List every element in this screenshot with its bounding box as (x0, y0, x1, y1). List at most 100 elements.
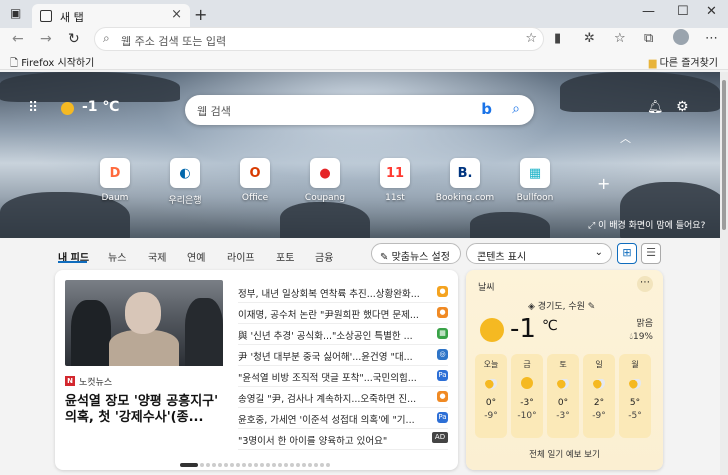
favorite-star-icon[interactable]: ☆ (525, 31, 537, 46)
news-headline[interactable]: 윤석열 장모 '양평 공흥지구' 의혹, 첫 '강제수사'(종... (65, 394, 225, 426)
weather-location[interactable]: ◈ 경기도, 수원 ✎ (528, 299, 595, 312)
forecast-day[interactable]: 금 -3° -10° (511, 354, 543, 438)
web-search-box[interactable]: 웹 검색 b ⌕ (185, 95, 534, 125)
close-icon[interactable]: × (171, 7, 182, 22)
quick-link-label: 11st (385, 193, 405, 203)
quick-link-tile[interactable]: ● Coupang (295, 158, 355, 203)
more-icon[interactable]: ⋯ (705, 31, 718, 46)
personalize-button[interactable]: ✎ 맞춤뉴스 설정 (371, 243, 461, 264)
refresh-button[interactable]: ↻ (68, 31, 80, 47)
forecast-day[interactable]: 월 5° -5° (619, 354, 651, 438)
add-quick-link-button[interactable]: + (597, 174, 610, 193)
back-button[interactable]: ← (12, 31, 24, 47)
list-item[interactable]: 尹 '청년 대부분 중국 싫어해'...윤건영 "대... ◎ (238, 346, 448, 366)
list-item[interactable]: 이재명, 공수처 논란 "尹원희판 했다면 문제... ● (238, 304, 448, 324)
content-display-select[interactable]: 콘텐츠 표시 ⌄ (466, 243, 612, 264)
forecast-day[interactable]: 일 2° -9° (583, 354, 615, 438)
quick-link-tile[interactable]: 11 11st (365, 158, 425, 203)
search-icon[interactable]: ⌕ (512, 101, 520, 117)
pager-dot[interactable] (266, 463, 270, 467)
pager-dot[interactable] (230, 463, 234, 467)
quick-link-tile[interactable]: ▦ Bullfoon (505, 158, 565, 203)
pager-dot[interactable] (236, 463, 240, 467)
pager-dot[interactable] (212, 463, 216, 467)
feed-tab[interactable]: 포토 (276, 249, 294, 264)
forecast-high: 2° (593, 398, 605, 408)
pager-dot[interactable] (200, 463, 204, 467)
favorite-item[interactable]: 🗋 Firefox 시작하기 (10, 54, 94, 73)
avatar[interactable] (673, 29, 689, 45)
quick-link-tile[interactable]: ◐ 우리은행 (155, 158, 215, 206)
feed-tab[interactable]: 국제 (148, 249, 166, 264)
full-forecast-link[interactable]: 전체 일기 예보 보기 (466, 448, 663, 460)
list-item[interactable]: 정부, 내년 일상회복 연착륙 추진...상황완화... ● (238, 283, 448, 303)
pager-dot[interactable] (320, 463, 324, 467)
forecast-high: 0° (485, 398, 497, 408)
carousel-pager[interactable] (180, 463, 332, 467)
address-bar[interactable]: ⌕ 웹 주소 검색 또는 입력 ☆ (94, 27, 544, 51)
apps-grid-icon[interactable]: ⠿ (28, 100, 38, 116)
more-options-icon[interactable]: ⋯ (637, 276, 653, 292)
gear-icon[interactable]: ⚙ (676, 99, 689, 115)
pager-dot[interactable] (224, 463, 228, 467)
pager-dot[interactable] (308, 463, 312, 467)
tab-title: 새 탭 (60, 11, 84, 24)
favorites-icon[interactable]: ☆ (614, 31, 626, 46)
grid-view-button[interactable]: ⊞ (617, 243, 637, 264)
pager-dot[interactable] (248, 463, 252, 467)
feed-tab[interactable]: 연예 (187, 249, 205, 264)
reader-icon[interactable]: ▮ (554, 31, 561, 46)
pager-dot[interactable] (302, 463, 306, 467)
notification-bell-icon[interactable]: 🔔︎ (647, 100, 664, 115)
list-item[interactable]: "3명이서 한 아이를 양육하고 있어요" AD (238, 430, 448, 450)
pager-dot[interactable] (218, 463, 222, 467)
pager-dot[interactable] (242, 463, 246, 467)
list-item[interactable]: 윤호중, 가세연 '이준석 성접대 의혹'에 "기... Pa (238, 409, 448, 429)
feed-tab[interactable]: 금융 (315, 249, 333, 264)
news-photo[interactable] (65, 280, 223, 366)
forward-button[interactable]: → (40, 31, 52, 47)
pager-dot[interactable] (290, 463, 294, 467)
quick-link-tile[interactable]: O Office (225, 158, 285, 203)
forecast-day-name: 금 (523, 360, 531, 369)
weather-unit[interactable]: ℃ (542, 318, 558, 334)
extensions-icon[interactable]: ✲ (584, 31, 595, 46)
pager-dot[interactable] (326, 463, 330, 467)
bing-icon[interactable]: b (481, 100, 492, 118)
feed-tab[interactable]: 뉴스 (108, 249, 126, 264)
pager-dot[interactable] (296, 463, 300, 467)
background-image-info[interactable]: ⤢ 이 배경 화면이 맘에 들어요? (588, 218, 705, 231)
pager-dot[interactable] (206, 463, 210, 467)
pager-dot[interactable] (260, 463, 264, 467)
minimize-button[interactable]: — (642, 4, 655, 19)
news-item-title: 송영길 "尹, 검사나 계속하지...오죽하면 진... (238, 394, 417, 405)
list-view-button[interactable]: ☰ (641, 243, 661, 264)
forecast-day[interactable]: 토 0° -3° (547, 354, 579, 438)
list-item[interactable]: 송영길 "尹, 검사나 계속하지...오죽하면 진... ● (238, 388, 448, 408)
tab-actions-icon[interactable]: ▣ (10, 6, 21, 20)
list-item[interactable]: 與 '신년 추경' 공식화..."소상공인 특별한 ... ▦ (238, 325, 448, 345)
pager-dot[interactable] (278, 463, 282, 467)
maximize-button[interactable]: ☐ (677, 4, 689, 19)
chevron-up-icon[interactable]: ︿ (620, 130, 631, 146)
pager-dot[interactable] (314, 463, 318, 467)
feed-tab[interactable]: 라이프 (227, 249, 255, 264)
new-tab-button[interactable]: + (194, 5, 207, 24)
header-temperature[interactable]: -1 ℃ (82, 99, 119, 115)
forecast-day-name: 월 (631, 360, 639, 369)
pager-dot[interactable] (180, 463, 198, 467)
close-window-button[interactable]: ✕ (706, 4, 717, 19)
tab-new-tab[interactable]: 새 탭 × (32, 4, 190, 28)
pager-dot[interactable] (284, 463, 288, 467)
sun-icon (480, 318, 504, 342)
collections-icon[interactable]: ⧉ (644, 31, 653, 46)
scrollbar-thumb[interactable] (722, 80, 726, 230)
quick-link-label: Coupang (304, 193, 346, 203)
pager-dot[interactable] (272, 463, 276, 467)
quick-link-tile[interactable]: D Daum (85, 158, 145, 203)
other-favorites[interactable]: ▆ 다른 즐겨찾기 (649, 54, 718, 69)
forecast-day[interactable]: 오늘 0° -9° (475, 354, 507, 438)
pager-dot[interactable] (254, 463, 258, 467)
list-item[interactable]: "윤석열 비방 조직적 댓글 포착"...국민의힘... Pa (238, 367, 448, 387)
quick-link-tile[interactable]: B. Booking.com (435, 158, 495, 203)
